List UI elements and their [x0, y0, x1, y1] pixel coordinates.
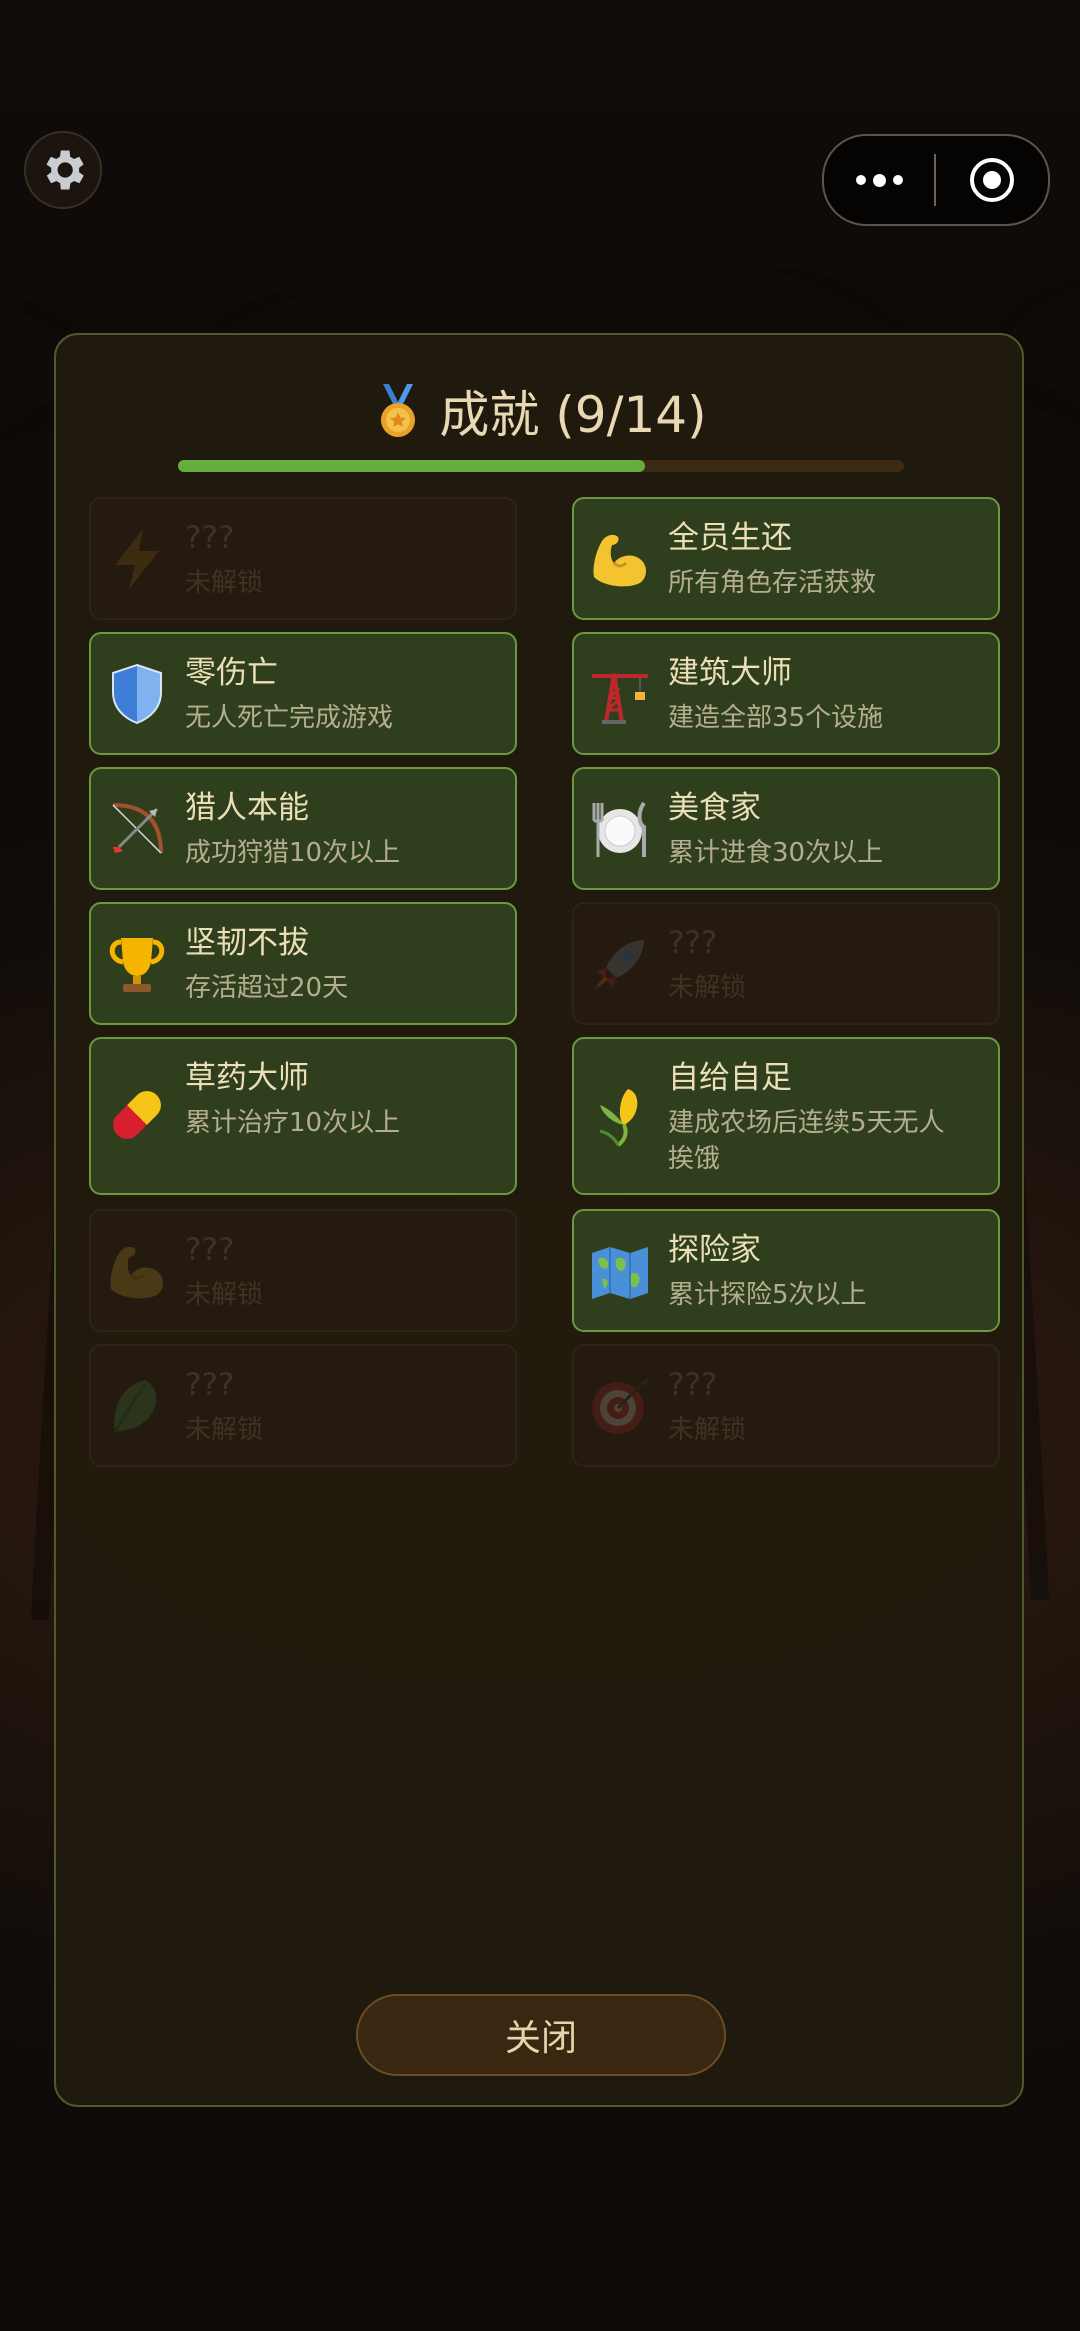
top-status-area: [0, 0, 1080, 110]
gear-icon: [46, 150, 84, 190]
achievements-panel: 成就 (9/14) ??? 未解锁 全员生还 所有角色存活获救 零伤亡 无人死亡完成游戏建…: [54, 333, 1024, 2107]
lightning-icon: [105, 527, 169, 591]
rocket-icon: [588, 932, 652, 996]
shield-icon: [105, 662, 169, 726]
achievement-card: ??? 未解锁: [89, 497, 517, 620]
achievement-desc: 累计治疗10次以上: [185, 1108, 401, 1138]
more-options-button[interactable]: [824, 136, 934, 224]
achievement-desc-line: 挨饿: [668, 1144, 721, 1174]
achievement-card: 零伤亡无人死亡完成游戏: [89, 632, 517, 755]
achievement-name: 探险家: [668, 1232, 761, 1268]
achievement-name: ???: [668, 1367, 718, 1403]
corn-icon: [588, 1083, 652, 1147]
achievement-name: 全员生还: [668, 520, 792, 556]
more-dot-icon: [892, 175, 903, 185]
achievement-progress-bar: [178, 460, 904, 472]
progress-fill: [178, 460, 645, 472]
achievement-desc: 无人死亡完成游戏: [185, 703, 394, 733]
achievement-card: ??? 未解锁: [572, 902, 1000, 1025]
achievement-card: 坚韧不拔存活超过20天: [89, 902, 517, 1025]
achievement-name: 零伤亡: [185, 655, 278, 691]
achievement-name: 草药大师: [185, 1060, 309, 1096]
achievement-name: ???: [185, 1232, 235, 1268]
achievement-desc: 未解锁: [185, 568, 264, 598]
achievement-desc: 累计进食30次以上: [668, 838, 884, 868]
achievement-desc: 未解锁: [185, 1415, 264, 1445]
achievement-desc: 建成农场后连续5天无人 挨饿: [668, 1105, 945, 1177]
achievement-desc: 所有角色存活获救: [668, 568, 877, 598]
title-text: 成就 (9/14): [439, 386, 707, 444]
achievement-name: 自给自足: [668, 1060, 792, 1096]
flexed-biceps-icon: [588, 527, 652, 591]
pill-icon: [105, 1083, 169, 1147]
achievement-card: 全员生还所有角色存活获救: [572, 497, 1000, 620]
achievement-name: ???: [185, 1367, 235, 1403]
achievement-card: 探险家累计探险5次以上: [572, 1209, 1000, 1332]
achievement-desc: 累计探险5次以上: [668, 1280, 867, 1310]
settings-button[interactable]: [24, 131, 102, 209]
medal-icon: [381, 384, 416, 437]
crane-icon: [588, 662, 652, 726]
mini-program-capsule: [822, 134, 1050, 226]
achievement-card: ??? 未解锁: [89, 1344, 517, 1467]
more-dot-icon: [855, 175, 866, 185]
achievement-name: 猎人本能: [185, 790, 309, 826]
plate-cutlery-icon: [588, 797, 652, 861]
trophy-icon: [105, 932, 169, 996]
achievement-name: ???: [185, 520, 235, 556]
achievement-card: 建筑大师建造全部35个设施: [572, 632, 1000, 755]
close-button[interactable]: 关闭: [356, 1994, 726, 2076]
target-icon: [588, 1374, 652, 1438]
achievement-name: ???: [668, 925, 718, 961]
achievement-desc: 成功狩猎10次以上: [185, 838, 401, 868]
achievement-desc: 存活超过20天: [185, 973, 349, 1003]
achievement-card: 猎人本能成功狩猎10次以上: [89, 767, 517, 890]
achievement-card: 草药大师累计治疗10次以上: [89, 1037, 517, 1195]
close-miniprogram-button[interactable]: [936, 155, 1048, 205]
flexed-biceps-icon: [105, 1239, 169, 1303]
panel-title: 成就 (9/14): [56, 375, 1022, 447]
achievement-card: ??? 未解锁: [572, 1344, 1000, 1467]
world-map-icon: [588, 1239, 652, 1303]
achievement-name: 建筑大师: [668, 655, 792, 691]
achievement-card: 美食家累计进食30次以上: [572, 767, 1000, 890]
achievement-card: ??? 未解锁: [89, 1209, 517, 1332]
more-dot-icon: [872, 173, 886, 187]
leafy-green-icon: [105, 1374, 169, 1438]
achievement-card: 自给自足建成农场后连续5天无人 挨饿: [572, 1037, 1000, 1195]
bow-and-arrow-icon: [105, 797, 169, 861]
achievement-desc-line: 建成农场后连续5天无人: [668, 1108, 945, 1138]
achievement-name: 坚韧不拔: [185, 925, 309, 961]
achievement-desc: 未解锁: [668, 1415, 747, 1445]
achievement-name: 美食家: [668, 790, 761, 826]
achievement-desc: 建造全部35个设施: [668, 703, 884, 733]
achievement-desc: 未解锁: [668, 973, 747, 1003]
target-circle-icon: [970, 158, 1014, 202]
achievement-desc: 未解锁: [185, 1280, 264, 1310]
